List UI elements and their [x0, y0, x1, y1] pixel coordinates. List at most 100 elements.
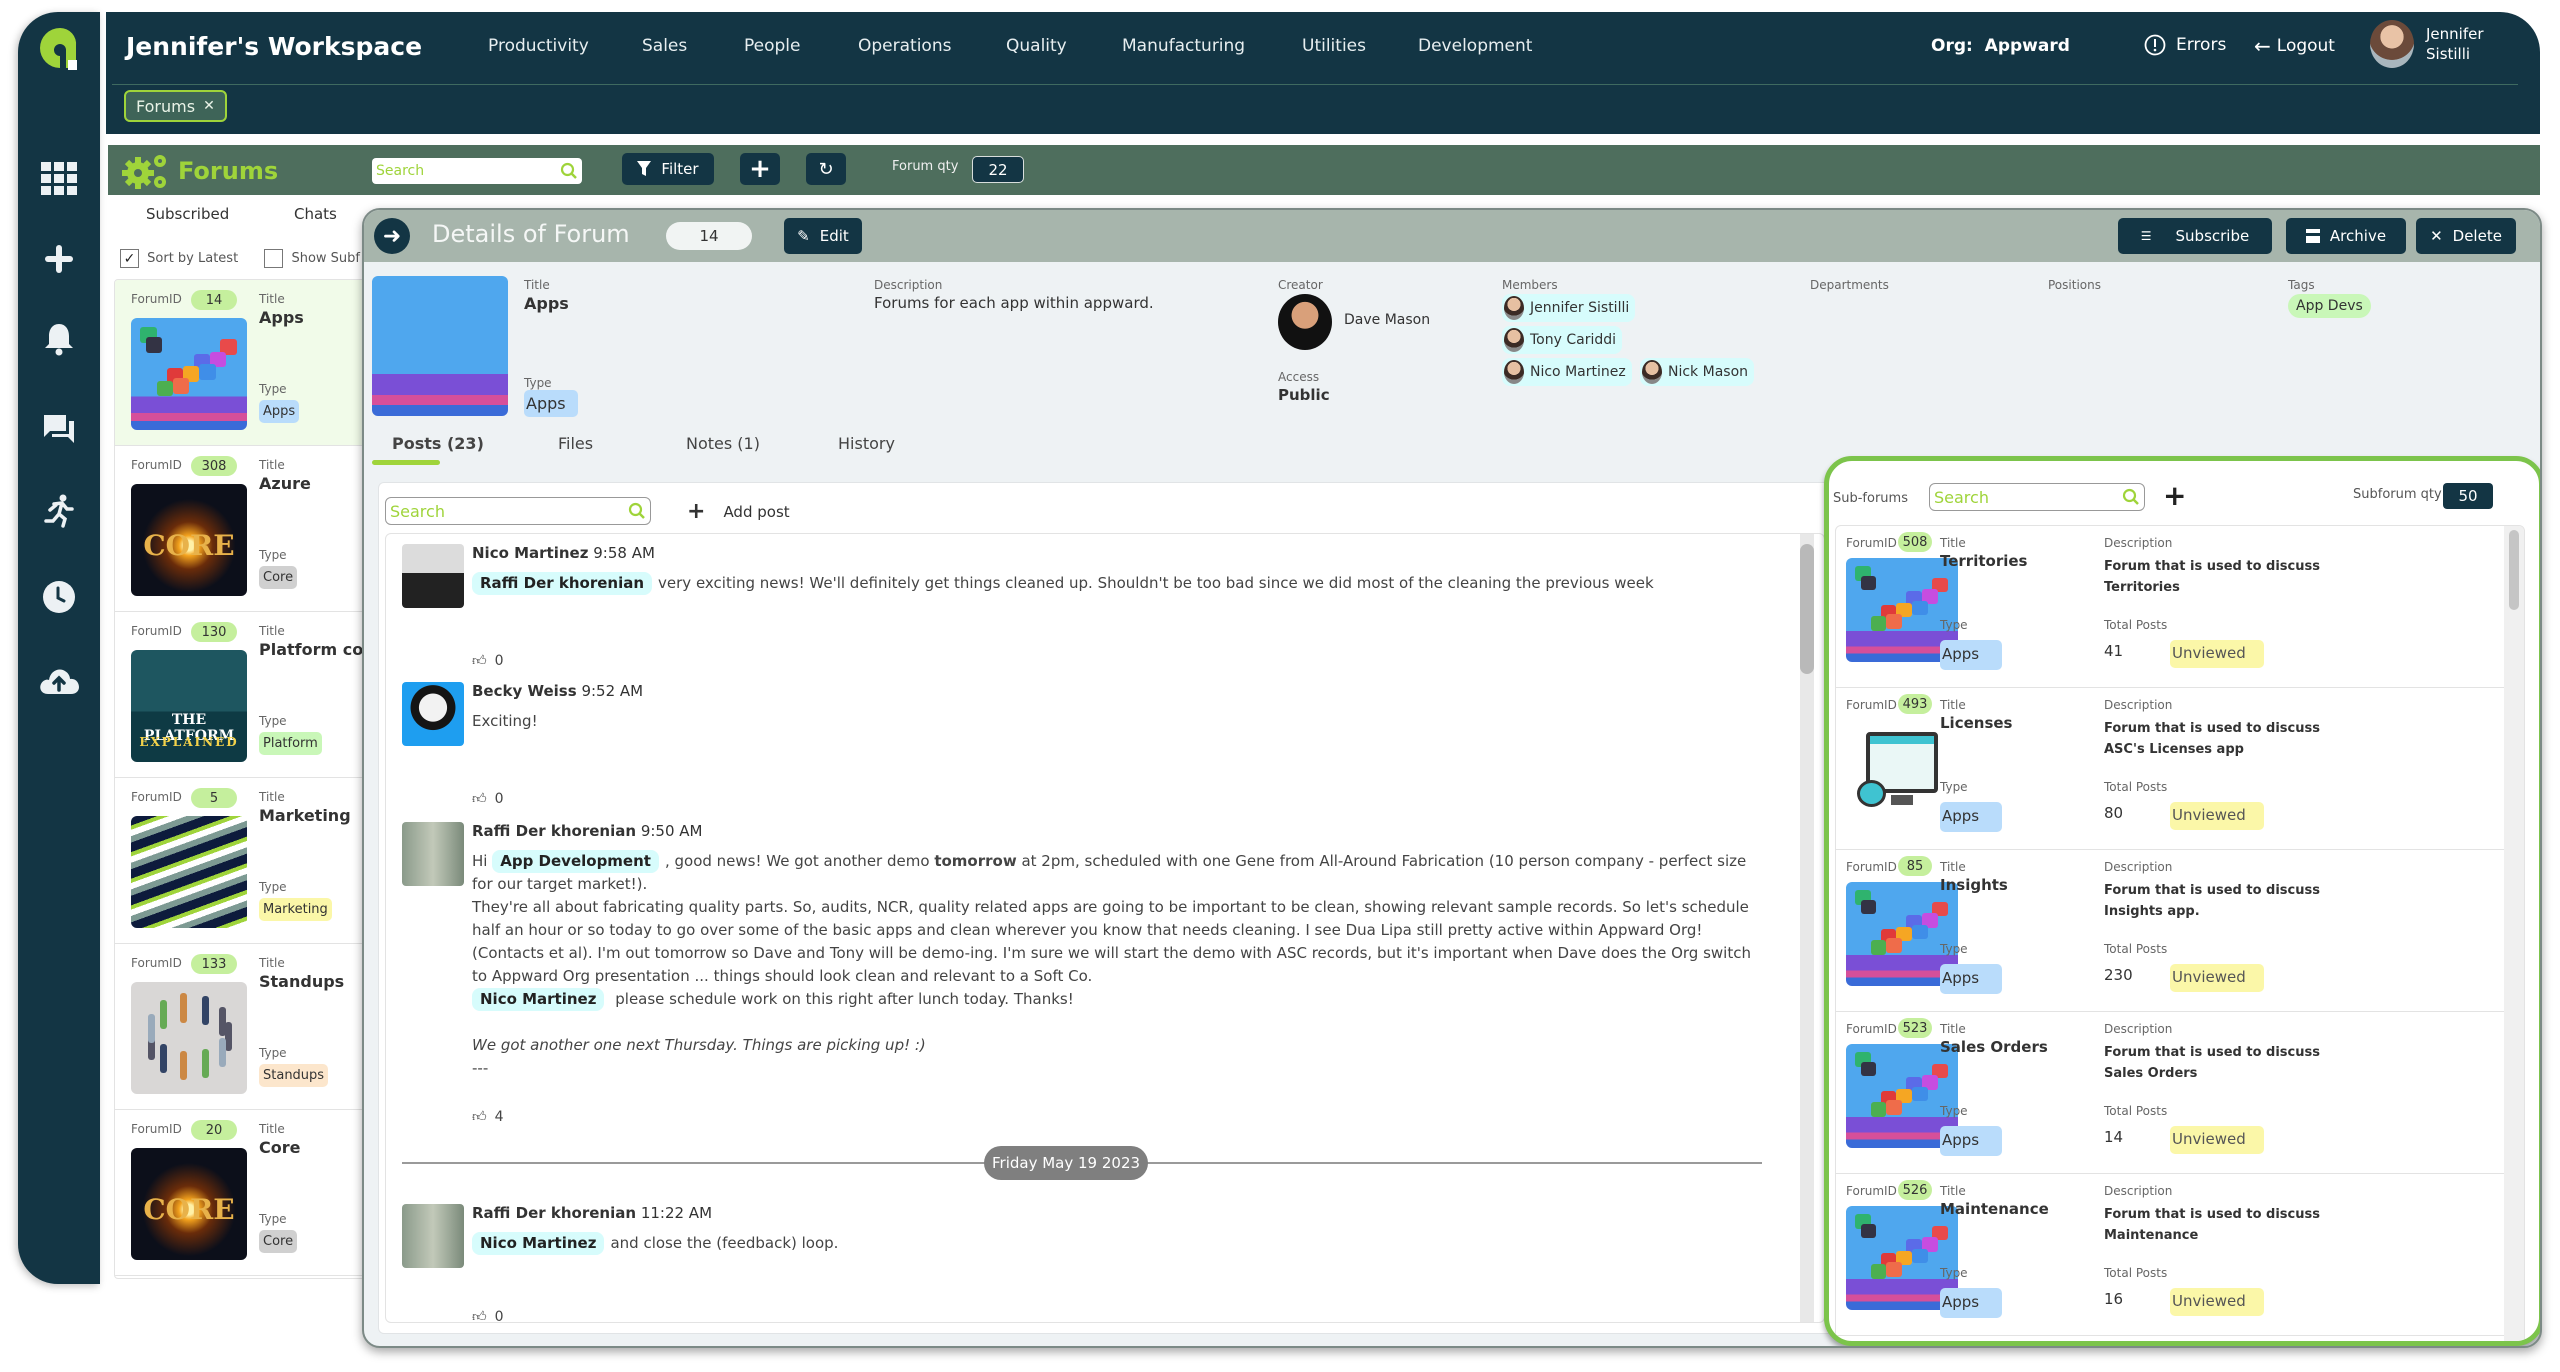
search-icon[interactable]: [560, 162, 578, 180]
forum-list-panel: Subscribed Chats ✓ Sort by Latest Show S…: [108, 195, 374, 1285]
type-label: Type: [1940, 942, 1968, 956]
chat-icon[interactable]: [38, 408, 80, 450]
nav-sales[interactable]: Sales: [642, 36, 687, 56]
clock-icon[interactable]: [38, 576, 80, 618]
post-author[interactable]: Nico Martinez: [472, 544, 588, 562]
posts-search-input[interactable]: Search: [385, 497, 651, 525]
post-author[interactable]: Becky Weiss: [472, 682, 577, 700]
forum-list-item[interactable]: ForumID 130 THE PLATFORM EXPLAINED Title Plat…: [115, 612, 373, 778]
nav-productivity[interactable]: Productivity: [488, 36, 589, 56]
tag-chip[interactable]: App Devs: [2288, 294, 2371, 318]
add-forum-button[interactable]: +: [740, 153, 780, 185]
back-button[interactable]: ➜: [374, 218, 410, 254]
tab-chats[interactable]: Chats: [294, 205, 337, 223]
subforums-scrollbar[interactable]: [2504, 526, 2524, 1341]
thumbs-up-icon: 👍︎: [472, 653, 487, 669]
user-avatar[interactable]: [2370, 20, 2414, 68]
plus-icon: +: [2163, 479, 2187, 512]
archive-button[interactable]: Archive: [2286, 218, 2406, 254]
member-chip[interactable]: Nico Martinez: [1502, 358, 1632, 386]
total-posts-label: Total Posts: [2104, 1104, 2168, 1118]
mention-chip[interactable]: Nico Martinez: [472, 988, 605, 1011]
app-tile-icon: [1886, 1100, 1902, 1115]
show-subforums-checkbox[interactable]: [264, 249, 284, 268]
forums-search-input[interactable]: Search: [372, 158, 582, 184]
tab-notes[interactable]: Notes (1): [686, 434, 760, 453]
post-text: and close the (feedback) loop.: [610, 1234, 839, 1252]
delete-button[interactable]: ✕ Delete: [2416, 218, 2516, 254]
member-avatar: [1504, 296, 1524, 320]
add-post-button[interactable]: + Add post: [687, 499, 790, 524]
forum-id-badge: 20: [191, 1120, 237, 1140]
subforums-search-input[interactable]: Search: [1929, 483, 2145, 511]
member-chip[interactable]: Tony Cariddi: [1502, 326, 1623, 354]
logout-button[interactable]: ← Logout: [2254, 34, 2335, 58]
filter-button[interactable]: Filter: [622, 153, 714, 185]
subforum-title: Sales Orders: [1940, 1038, 2048, 1056]
post-author[interactable]: Raffi Der khorenian: [472, 1204, 636, 1222]
forum-list-item[interactable]: ForumID 308 CORE Title Azure Type Core: [115, 446, 373, 612]
departments-label: Departments: [1810, 278, 1889, 292]
close-icon[interactable]: ✕: [203, 98, 215, 114]
open-tab-forums[interactable]: Forums ✕: [124, 90, 227, 122]
alert-circle-icon: [2144, 34, 2166, 56]
edit-button[interactable]: ✎ Edit: [784, 218, 862, 254]
subforum-list-item[interactable]: ForumID 526 Title Maintenance Type Apps Descri…: [1836, 1174, 2524, 1336]
forum-list-item[interactable]: ForumID 14 Title Apps Type Apps: [115, 280, 373, 446]
subforum-list-item[interactable]: ForumID 508 Title Territories Type Apps Descri…: [1836, 526, 2524, 688]
app-tile-icon: [146, 337, 163, 353]
nav-quality[interactable]: Quality: [1006, 36, 1067, 56]
nav-people[interactable]: People: [744, 36, 800, 56]
forum-type-badge: Platform: [259, 732, 322, 755]
appward-logo[interactable]: [36, 22, 84, 78]
mention-chip[interactable]: Raffi Der khorenian: [472, 572, 653, 595]
tab-files[interactable]: Files: [558, 434, 593, 453]
subforum-list-item[interactable]: ForumID 523 Title Sales Orders Type Apps Descr…: [1836, 1012, 2524, 1174]
posts-scrollbar-thumb[interactable]: [1800, 544, 1814, 674]
subforum-list-item[interactable]: ForumID 493 Title Licenses Type Apps Descripti…: [1836, 688, 2524, 850]
subforum-type-badge: Apps: [1940, 802, 2002, 832]
total-posts-value: 41: [2104, 642, 2124, 660]
search-icon[interactable]: [628, 502, 646, 520]
edit-label: Edit: [819, 227, 849, 245]
sort-latest-checkbox[interactable]: ✓: [120, 249, 139, 268]
user-name[interactable]: Jennifer Sistilli: [2426, 24, 2484, 64]
nav-manufacturing[interactable]: Manufacturing: [1122, 36, 1245, 56]
plus-icon[interactable]: [38, 238, 80, 280]
subforum-title: Territories: [1940, 552, 2028, 570]
cloud-upload-icon[interactable]: [38, 660, 80, 702]
running-icon[interactable]: [38, 490, 80, 532]
mention-chip[interactable]: Nico Martinez: [472, 1232, 605, 1255]
subforums-scrollbar-thumb[interactable]: [2509, 530, 2519, 610]
post-author[interactable]: Raffi Der khorenian: [472, 822, 636, 840]
refresh-button[interactable]: ↻: [806, 153, 846, 185]
nav-operations[interactable]: Operations: [858, 36, 951, 56]
tab-posts[interactable]: Posts (23): [392, 434, 484, 453]
subscribe-button[interactable]: ☰ Subscribe: [2118, 218, 2272, 254]
mention-chip[interactable]: App Development: [492, 850, 659, 873]
bell-icon[interactable]: [38, 318, 80, 360]
post-text: , good news! We got another demo: [664, 852, 930, 870]
member-chip[interactable]: Jennifer Sistilli: [1502, 294, 1636, 322]
subforum-description: Forum that is used to discuss ASC's Lice…: [2104, 721, 2320, 757]
forum-list-item[interactable]: ForumID 5 Title Marketing Type Marketing: [115, 778, 373, 944]
member-chip[interactable]: Nick Mason: [1640, 358, 1755, 386]
subforum-list-item[interactable]: ForumID 85 Title Insights Type Apps Descriptio…: [1836, 850, 2524, 1012]
tab-subscribed[interactable]: Subscribed: [146, 205, 229, 223]
add-subforum-button[interactable]: +: [2163, 479, 2186, 512]
tab-history[interactable]: History: [838, 434, 895, 453]
like-button[interactable]: 👍︎ 4: [472, 1108, 504, 1126]
apps-grid-icon[interactable]: [38, 158, 80, 200]
like-button[interactable]: 👍︎ 0: [472, 1308, 504, 1323]
like-button[interactable]: 👍︎ 0: [472, 652, 504, 670]
forum-list-item[interactable]: ForumID 20 CORE Title Core Type Core: [115, 1110, 373, 1276]
forum-thumbnail: CORE: [131, 484, 247, 596]
like-button[interactable]: 👍︎ 0: [472, 790, 504, 808]
search-icon[interactable]: [2122, 488, 2140, 506]
member-avatar: [1504, 360, 1524, 384]
errors-button[interactable]: Errors: [2144, 34, 2226, 56]
nav-utilities[interactable]: Utilities: [1302, 36, 1366, 56]
forum-list-item[interactable]: ForumID 133 Title Standups Type Standups: [115, 944, 373, 1110]
type-label: Type: [1940, 1266, 1968, 1280]
nav-development[interactable]: Development: [1418, 36, 1532, 56]
